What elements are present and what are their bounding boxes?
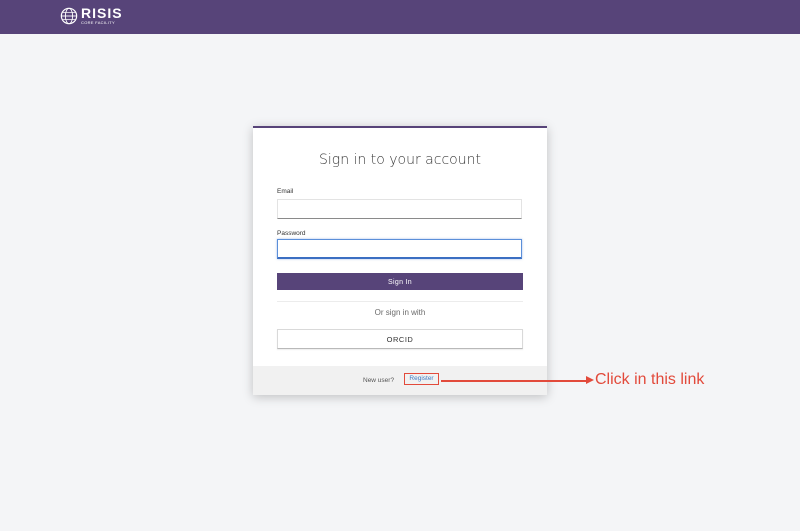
new-user-text: New user? — [363, 377, 395, 384]
orcid-button[interactable]: ORCID — [277, 329, 523, 349]
logo-subtitle: CORE FACILITY — [81, 20, 115, 25]
password-label: Password — [277, 230, 306, 237]
risis-logo[interactable]: RISIS CORE FACILITY — [60, 6, 123, 25]
annotation-arrow-line — [441, 380, 588, 382]
logo-title: RISIS — [81, 5, 123, 21]
email-label: Email — [277, 188, 294, 195]
sign-in-button[interactable]: Sign In — [277, 273, 523, 290]
register-link[interactable]: Register — [404, 373, 439, 385]
password-field[interactable] — [277, 239, 522, 259]
top-bar: RISIS CORE FACILITY — [0, 0, 800, 34]
annotation-arrow-icon — [586, 376, 594, 384]
globe-icon — [60, 7, 78, 24]
login-card: Sign in to your account Email Password S… — [253, 126, 547, 395]
or-sign-in-text: Or sign in with — [374, 308, 426, 317]
page-title: Sign in to your account — [319, 152, 481, 168]
divider — [277, 301, 523, 302]
email-field[interactable] — [277, 199, 522, 219]
annotation-text: Click in this link — [595, 371, 705, 388]
